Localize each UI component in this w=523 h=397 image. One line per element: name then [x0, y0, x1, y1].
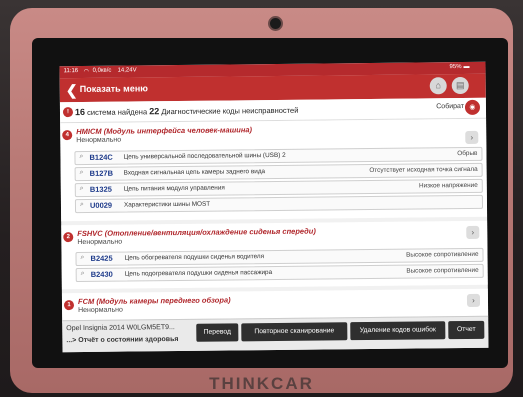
dtc-code: B2430	[90, 269, 113, 279]
battery-icon: ▬	[463, 63, 470, 71]
search-icon: ⌕	[79, 152, 84, 161]
dtc-desc: Цепь подогревателя подушки сиденья пасса…	[124, 269, 273, 278]
camera-icon[interactable]: ◉	[464, 99, 481, 115]
system-item[interactable]: 4 HMICM (Модуль интерфейса человек-машин…	[60, 118, 488, 222]
dtc-desc: Цепь питания модуля управления	[123, 184, 225, 193]
system-state: Ненормально	[76, 136, 122, 145]
summary-label-b: Диагностические коды неисправностей	[161, 105, 299, 117]
dtc-desc: Входная сигнальная цепь камеры заднего в…	[123, 168, 266, 177]
dtc-row[interactable]: ⌕ B2430 Цепь подогревателя подушки сиден…	[75, 263, 484, 283]
dtc-code: B124C	[89, 152, 113, 162]
device-screen: 11:16 ◠ 0,0кв/с 14,24V 95% ▬ ❮ Показать …	[59, 61, 489, 353]
dtc-desc: Цепь обогревателя подушки сиденья водите…	[124, 253, 265, 262]
system-index: 1	[63, 300, 75, 311]
clear-codes-button[interactable]: Удаление кодов ошибок	[350, 321, 446, 341]
system-name: FCM (Модуль камеры переднего обзора)	[77, 295, 231, 307]
dtc-row[interactable]: ⌕ B2425 Цепь обогревателя подушки сидень…	[75, 247, 484, 267]
chevron-right-icon[interactable]: ›	[466, 293, 481, 307]
print-icon[interactable]: ▤	[451, 76, 469, 95]
dtc-code: B127B	[89, 168, 114, 178]
search-icon: ⌕	[79, 200, 84, 209]
dtc-status: Высокое сопротивление	[406, 250, 479, 259]
health-report-link[interactable]: ...> Отчёт о состоянии здоровья	[66, 336, 178, 344]
home-icon[interactable]: ⌂	[429, 77, 447, 95]
system-index: 4	[62, 130, 73, 141]
dtc-count: 22	[149, 106, 160, 117]
vehicle-info: Opel Insignia 2014 W0LGM5ET9...	[66, 324, 175, 333]
dtc-status: Отсутствует исходная точка сигнала	[369, 165, 478, 174]
status-battery: 95%	[449, 64, 462, 71]
search-icon: ⌕	[80, 269, 85, 278]
status-net: 0,0кв/с	[92, 67, 112, 74]
summary-text: 16 система найдена 22 Диагностические ко…	[75, 105, 298, 117]
dtc-row[interactable]: ⌕ B127B Входная сигнальная цепь камеры з…	[74, 162, 483, 182]
front-camera	[268, 16, 283, 31]
dtc-row[interactable]: ⌕ B124C Цепь универсальной последователь…	[74, 146, 483, 166]
status-voltage: 14,24V	[117, 67, 137, 74]
search-icon: ⌕	[79, 184, 84, 193]
dtc-code: U0029	[89, 200, 113, 210]
system-state: Ненормально	[77, 238, 123, 247]
dtc-row[interactable]: ⌕ B1325 Цепь питания модуля управления Н…	[74, 178, 483, 198]
summary-label-a: система найдена	[87, 107, 148, 117]
chevron-right-icon[interactable]: ›	[466, 225, 480, 239]
system-count: 16	[74, 106, 86, 118]
back-arrow-icon[interactable]: ❮	[66, 82, 78, 99]
system-state: Ненормально	[78, 306, 123, 315]
dtc-code: B1325	[89, 184, 112, 194]
system-name: FSHVC (Отопление/вентиляция/охлаждение с…	[77, 226, 316, 239]
rescan-button[interactable]: Повторное сканирование	[241, 322, 348, 342]
dtc-status: Низкое напряжение	[418, 181, 478, 190]
chevron-right-icon[interactable]: ›	[465, 130, 479, 144]
system-list: 4 HMICM (Модуль интерфейса человек-машин…	[60, 118, 489, 324]
system-name: HMICM (Модуль интерфейса человек-машина)	[76, 125, 253, 137]
system-index: 2	[63, 232, 74, 243]
status-time: 11:16	[63, 68, 79, 75]
dtc-desc: Цепь универсальной последовательной шины…	[123, 151, 286, 161]
report-button[interactable]: Отчет	[448, 320, 485, 340]
search-icon: ⌕	[79, 168, 84, 177]
bottom-bar: Opel Insignia 2014 W0LGM5ET9... ...> Отч…	[62, 315, 489, 353]
wifi-icon: ◠	[83, 68, 89, 75]
system-item[interactable]: 2 FSHVC (Отопление/вентиляция/охлаждение…	[61, 220, 488, 290]
page-title: Показать меню	[79, 83, 148, 95]
dtc-code: B2425	[90, 253, 113, 263]
device-brand: THINKCAR	[209, 374, 314, 393]
dtc-row[interactable]: ⌕ U0029 Характеристики шины MOST	[74, 194, 484, 214]
translate-button[interactable]: Перевод	[196, 323, 239, 342]
dtc-status: Высокое сопротивление	[406, 266, 479, 275]
alert-icon: !	[62, 107, 74, 118]
collect-button[interactable]: Собират	[436, 103, 464, 110]
dtc-status: Обрыв	[457, 149, 478, 158]
dtc-desc: Характеристики шины MOST	[123, 200, 211, 209]
search-icon: ⌕	[80, 253, 85, 262]
